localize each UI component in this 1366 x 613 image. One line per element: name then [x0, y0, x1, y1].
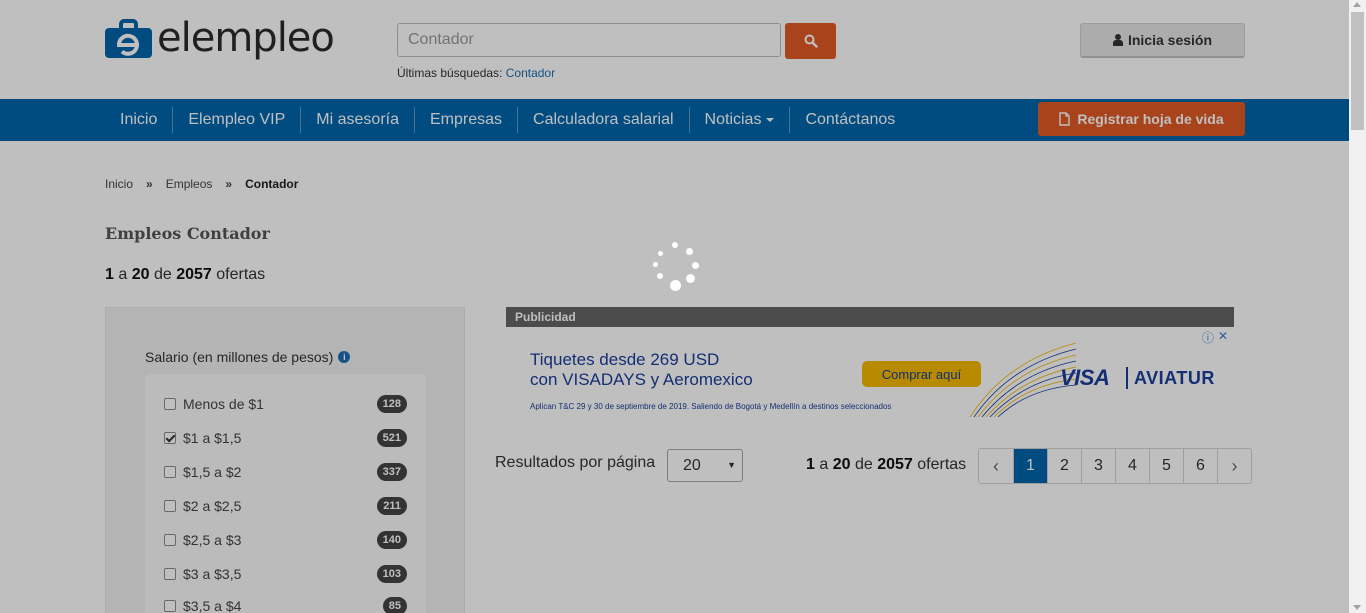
spinner-dot — [672, 242, 678, 248]
scroll-up-icon[interactable] — [1353, 2, 1361, 7]
scroll-down-icon[interactable] — [1353, 605, 1361, 610]
spinner-dot — [686, 274, 695, 283]
spinner-dot — [657, 273, 663, 279]
scroll-thumb[interactable] — [1351, 12, 1364, 130]
loading-overlay — [0, 0, 1349, 613]
spinner-dot — [692, 262, 699, 269]
spinner-dot — [686, 248, 693, 255]
loading-spinner-icon — [650, 242, 702, 294]
spinner-dot — [653, 262, 658, 267]
spinner-dot — [658, 251, 663, 256]
spinner-dot — [670, 280, 681, 291]
page-scrollbar[interactable] — [1349, 0, 1366, 613]
